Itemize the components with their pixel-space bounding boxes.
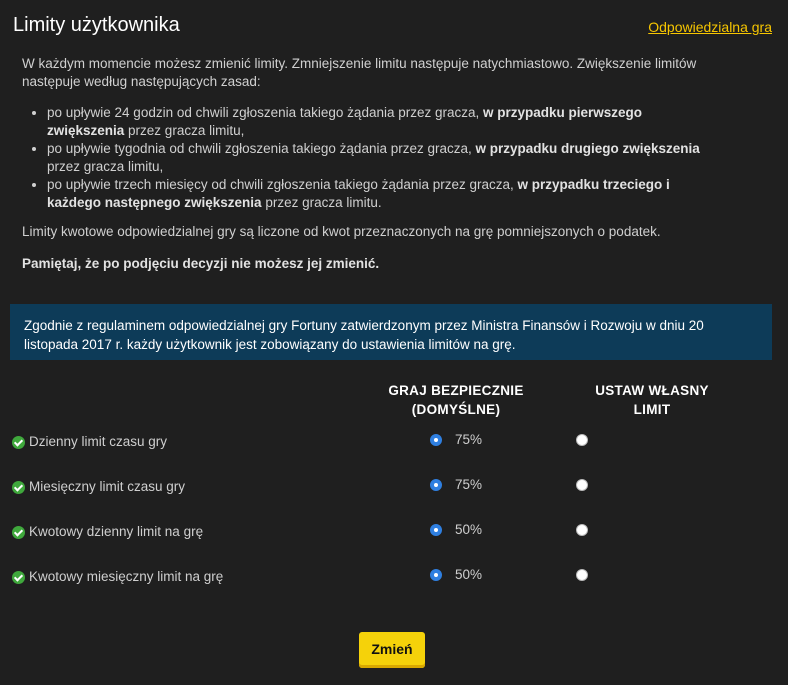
intro-paragraph: W każdym momencie możesz zmienić limity.… [22,56,697,89]
limit-label: Kwotowy miesięczny limit na grę [29,569,224,584]
column-header-safe: GRAJ BEZPIECZNIE (DOMYŚLNE) [388,383,524,417]
change-button[interactable]: Zmień [359,632,425,668]
limit-row-daily-time: Dzienny limit czasu gry 75% [12,431,772,455]
check-icon [12,436,25,449]
limit-row-daily-amount: Kwotowy dzienny limit na grę 50% [12,521,772,545]
regulation-notice: Zgodnie z regulaminem odpowiedzialnej gr… [10,304,772,360]
limit-label: Miesięczny limit czasu gry [29,479,186,494]
rule-item: po upływie tygodnia od chwili zgłoszenia… [47,140,722,176]
column-header-custom: USTAW WŁASNY LIMIT [595,383,709,417]
radio-custom[interactable] [576,434,588,446]
default-value: 75% [455,432,483,447]
limit-label: Kwotowy dzienny limit na grę [29,524,204,539]
radio-default[interactable] [430,569,442,581]
limit-row-monthly-amount: Kwotowy miesięczny limit na grę 50% [12,566,772,590]
check-icon [12,481,25,494]
default-value: 75% [455,477,483,492]
radio-default[interactable] [430,434,442,446]
default-value: 50% [455,522,483,537]
radio-custom[interactable] [576,524,588,536]
responsible-gaming-link[interactable]: Odpowiedzialna gra [648,19,772,35]
radio-default[interactable] [430,524,442,536]
rule-item: po upływie 24 godzin od chwili zgłoszeni… [47,104,722,140]
limit-label: Dzienny limit czasu gry [29,434,168,449]
warning-note: Pamiętaj, że po podjęciu decyzji nie moż… [22,256,380,271]
limit-row-monthly-time: Miesięczny limit czasu gry 75% [12,476,772,500]
default-value: 50% [455,567,483,582]
tax-note: Limity kwotowe odpowiedzialnej gry są li… [22,224,661,239]
page-title: Limity użytkownika [13,14,180,36]
rule-item: po upływie trzech miesięcy od chwili zgł… [47,176,722,212]
rules-list: po upływie 24 godzin od chwili zgłoszeni… [22,104,722,212]
check-icon [12,571,25,584]
radio-custom[interactable] [576,479,588,491]
radio-default[interactable] [430,479,442,491]
radio-custom[interactable] [576,569,588,581]
check-icon [12,526,25,539]
intro-text: W każdym momencie możesz zmienić limity.… [22,55,722,273]
